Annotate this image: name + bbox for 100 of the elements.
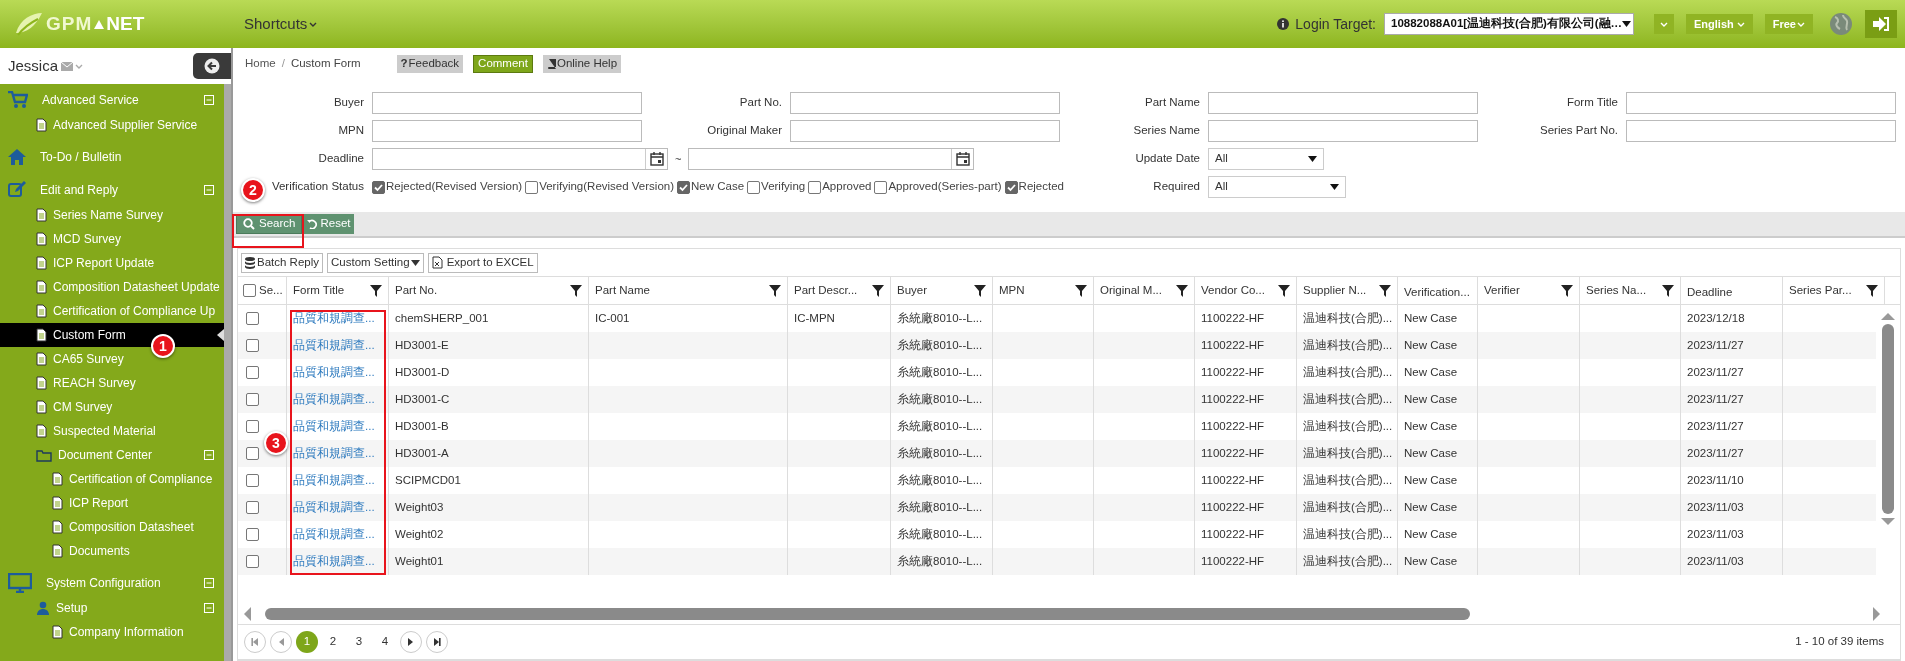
column-header[interactable]: Supplier N... [1303, 281, 1367, 300]
checkbox[interactable] [246, 420, 259, 433]
filter-icon[interactable] [1561, 284, 1573, 297]
filter-icon[interactable] [570, 284, 582, 297]
breadcrumb-link[interactable]: Custom Form [290, 55, 361, 73]
help-button[interactable]: Online Help [542, 55, 622, 73]
filter-icon[interactable] [1662, 284, 1674, 297]
search-button[interactable]: Search [236, 214, 303, 234]
checkbox[interactable] [246, 312, 259, 325]
column-header[interactable]: Part Descr... [794, 281, 858, 300]
checkbox[interactable] [246, 393, 259, 406]
page-button[interactable]: 2 [322, 631, 344, 653]
breadcrumb-link[interactable]: Home [245, 55, 276, 73]
column-header[interactable]: Series Par... [1789, 281, 1852, 300]
input-field[interactable] [790, 92, 1060, 114]
form-title-link[interactable]: 品質和規調查... [293, 498, 375, 517]
collapse-sidebar-button[interactable] [193, 53, 231, 79]
select-field[interactable]: All [1208, 148, 1324, 170]
checkbox-label[interactable]: Approved [822, 178, 872, 196]
filter-icon[interactable] [974, 284, 986, 297]
form-title-link[interactable]: 品質和規調查... [293, 417, 375, 436]
column-header[interactable]: Vendor Co... [1201, 281, 1265, 300]
filter-icon[interactable] [1278, 284, 1290, 297]
checkbox[interactable] [246, 339, 259, 352]
logout-button[interactable] [1865, 10, 1897, 38]
filter-icon[interactable] [1379, 284, 1391, 297]
checkbox[interactable] [525, 180, 539, 194]
checkbox[interactable] [246, 474, 259, 487]
input-field[interactable] [1208, 92, 1478, 114]
date-field[interactable] [372, 148, 668, 170]
collapse-icon[interactable] [204, 450, 214, 460]
filter-icon[interactable] [872, 284, 884, 297]
column-header[interactable]: Verifier [1484, 281, 1520, 300]
input-field[interactable] [1208, 120, 1478, 142]
collapse-icon[interactable] [204, 184, 214, 195]
filter-icon[interactable] [1866, 284, 1878, 297]
input-field[interactable] [372, 120, 642, 142]
column-header[interactable]: Part Name [595, 281, 650, 300]
column-header[interactable]: Series Na... [1586, 281, 1647, 300]
column-header[interactable]: Buyer [897, 281, 928, 300]
column-header[interactable]: Verification... [1404, 283, 1470, 301]
input-field[interactable] [372, 92, 642, 114]
form-title-link[interactable]: 品質和規調查... [293, 552, 375, 571]
table-cell-text: 温迪科技(合肥)... [1303, 391, 1393, 407]
checkbox[interactable] [246, 528, 259, 541]
batch-reply-button[interactable]: Batch Reply [241, 252, 323, 273]
checkbox-label[interactable]: Verifying(Revised Version) [539, 178, 675, 196]
collapse-icon[interactable] [204, 94, 214, 105]
checkbox-label[interactable]: Verifying [761, 178, 806, 196]
column-header[interactable]: MPN [999, 281, 1025, 300]
export-button[interactable]: Export to EXCEL [427, 252, 538, 273]
form-title-link[interactable]: 品質和規調查... [293, 525, 375, 544]
filter-icon[interactable] [769, 284, 781, 297]
checkbox[interactable] [246, 555, 259, 568]
page-button[interactable]: 4 [374, 631, 396, 653]
checkbox-label[interactable]: New Case [691, 178, 745, 196]
form-title-link[interactable]: 品質和規調查... [293, 444, 375, 463]
checkbox[interactable] [246, 447, 259, 460]
column-header[interactable]: Deadline [1687, 283, 1733, 301]
custom-setting-dropdown[interactable]: Custom Setting [327, 252, 424, 273]
calendar-button[interactable] [645, 149, 667, 169]
form-title-link[interactable]: 品質和規調查... [293, 309, 375, 328]
checkbox-label[interactable]: Rejected(Revised Version) [386, 178, 523, 196]
login-target-label: Login Target: [1295, 14, 1376, 34]
shortcuts-menu[interactable]: Shortcuts [244, 12, 318, 36]
checkbox[interactable] [1004, 180, 1018, 194]
feedback-button[interactable]: ?Feedback [396, 55, 464, 73]
form-title-link[interactable]: 品質和規調查... [293, 363, 375, 382]
checkbox[interactable] [874, 180, 888, 194]
date-field[interactable] [688, 148, 975, 170]
checkbox-label[interactable]: Approved(Series-part) [888, 178, 1002, 196]
column-header[interactable]: Form Title [293, 281, 345, 300]
page-button[interactable]: 3 [348, 631, 370, 653]
filter-icon[interactable] [1176, 284, 1188, 297]
checkbox[interactable] [677, 180, 691, 194]
filter-icon[interactable] [1075, 284, 1087, 297]
checkbox[interactable] [246, 366, 259, 379]
checkbox[interactable] [243, 284, 256, 297]
input-field[interactable] [1626, 92, 1896, 114]
column-header[interactable]: Se... [259, 281, 283, 300]
login-target-select[interactable]: 10882088A01[温迪科技(合肥)有限公司(融… [1384, 13, 1634, 35]
select-field[interactable]: All [1208, 176, 1346, 198]
checkbox[interactable] [246, 501, 259, 514]
scrollbar[interactable] [224, 84, 231, 661]
input-field[interactable] [1626, 120, 1896, 142]
checkbox[interactable] [747, 180, 761, 194]
column-header[interactable]: Part No. [395, 281, 438, 300]
filter-icon[interactable] [370, 284, 382, 297]
column-header[interactable]: Original M... [1100, 281, 1162, 300]
checkbox[interactable] [372, 180, 385, 194]
form-title-link[interactable]: 品質和規調查... [293, 471, 375, 490]
form-title-link[interactable]: 品質和規調查... [293, 390, 375, 409]
reset-button[interactable]: Reset [303, 214, 355, 234]
input-field[interactable] [790, 120, 1060, 142]
checkbox[interactable] [808, 180, 822, 194]
form-title-link[interactable]: 品質和規調查... [293, 336, 375, 355]
collapse-icon[interactable] [204, 603, 214, 613]
checkbox-label[interactable]: Rejected [1018, 178, 1064, 196]
user-name[interactable]: Jessica [8, 54, 59, 78]
collapse-icon[interactable] [204, 577, 214, 588]
